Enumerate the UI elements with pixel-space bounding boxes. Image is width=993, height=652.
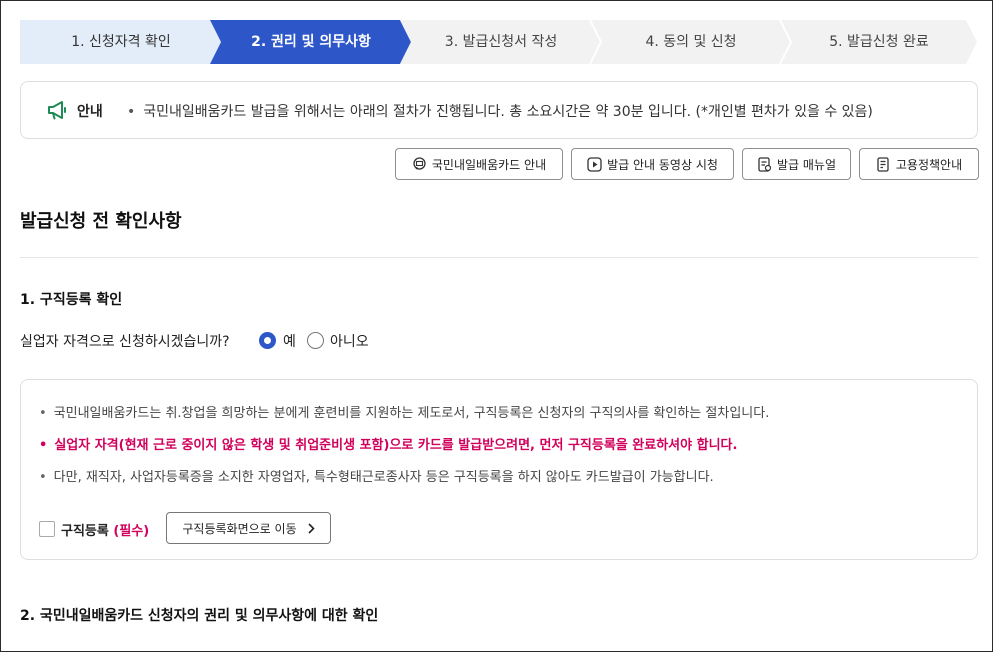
megaphone-icon (48, 101, 66, 120)
job-registration-box: 국민내일배움카드는 취.창업을 희망하는 분에게 훈련비를 지원하는 제도로서,… (20, 379, 978, 560)
manual-button[interactable]: 발급 매뉴얼 (742, 148, 851, 180)
manual-icon (758, 156, 772, 172)
go-job-registration-button[interactable]: 구직등록화면으로 이동 (166, 512, 331, 544)
policy-guide-button[interactable]: 고용정책안내 (859, 148, 979, 180)
job-registration-label[interactable]: 구직등록 (필수) (61, 520, 149, 539)
required-badge: (필수) (113, 524, 150, 539)
radio-yes[interactable] (259, 332, 276, 349)
progress-stepper: 1. 신청자격 확인 2. 권리 및 의무사항 3. 발급신청서 작성 4. 동… (20, 20, 978, 64)
radio-no[interactable] (307, 332, 324, 349)
section-divider (20, 257, 978, 258)
radio-no-label[interactable]: 아니오 (330, 331, 369, 351)
checkbox-label-text: 구직등록 (61, 524, 109, 539)
go-job-registration-label: 구직등록화면으로 이동 (182, 521, 297, 536)
manual-label: 발급 매뉴얼 (776, 157, 836, 172)
step-5: 5. 발급신청 완료 (829, 34, 929, 50)
step-4: 4. 동의 및 신청 (645, 34, 737, 50)
info-bullet-3: 다만, 재직자, 사업자등록증을 소지한 자영업자, 특수형태근로종사자 등은 … (39, 466, 714, 485)
section1-title: 1. 구직등록 확인 (20, 292, 123, 308)
job-registration-checkbox[interactable] (39, 521, 55, 537)
policy-guide-label: 고용정책안내 (895, 157, 963, 172)
info-bullet-1: 국민내일배움카드는 취.창업을 희망하는 분에게 훈련비를 지원하는 제도로서,… (39, 402, 770, 421)
page-title: 발급신청 전 확인사항 (20, 211, 182, 232)
card-guide-button[interactable]: 국민내일배움카드 안내 (395, 148, 563, 180)
radio-yes-label[interactable]: 예 (283, 331, 296, 351)
section2-title: 2. 국민내일배움카드 신청자의 권리 및 의무사항에 대한 확인 (20, 608, 379, 624)
policy-doc-icon (877, 156, 889, 172)
video-guide-button[interactable]: 발급 안내 동영상 시청 (571, 148, 734, 180)
info-bullet-alert: 실업자 자격(현재 근로 중이지 않은 학생 및 취업준비생 포함)으로 카드를… (39, 434, 737, 453)
video-guide-label: 발급 안내 동영상 시청 (607, 157, 718, 172)
step-2: 2. 권리 및 의무사항 (251, 34, 371, 50)
chevron-right-icon (308, 522, 315, 534)
play-icon (587, 156, 602, 172)
notice-title: 안내 (77, 104, 103, 120)
step-1: 1. 신청자격 확인 (71, 34, 171, 50)
notice-text: 국민내일배움카드 발급을 위해서는 아래의 절차가 진행됩니다. 총 소요시간은… (127, 101, 873, 121)
unemployed-question: 실업자 자격으로 신청하시겠습니까? (20, 334, 230, 350)
notice-box: 안내 국민내일배움카드 발급을 위해서는 아래의 절차가 진행됩니다. 총 소요… (20, 81, 978, 139)
step-3: 3. 발급신청서 작성 (444, 34, 558, 50)
card-info-icon (413, 156, 426, 170)
card-guide-label: 국민내일배움카드 안내 (431, 157, 547, 172)
